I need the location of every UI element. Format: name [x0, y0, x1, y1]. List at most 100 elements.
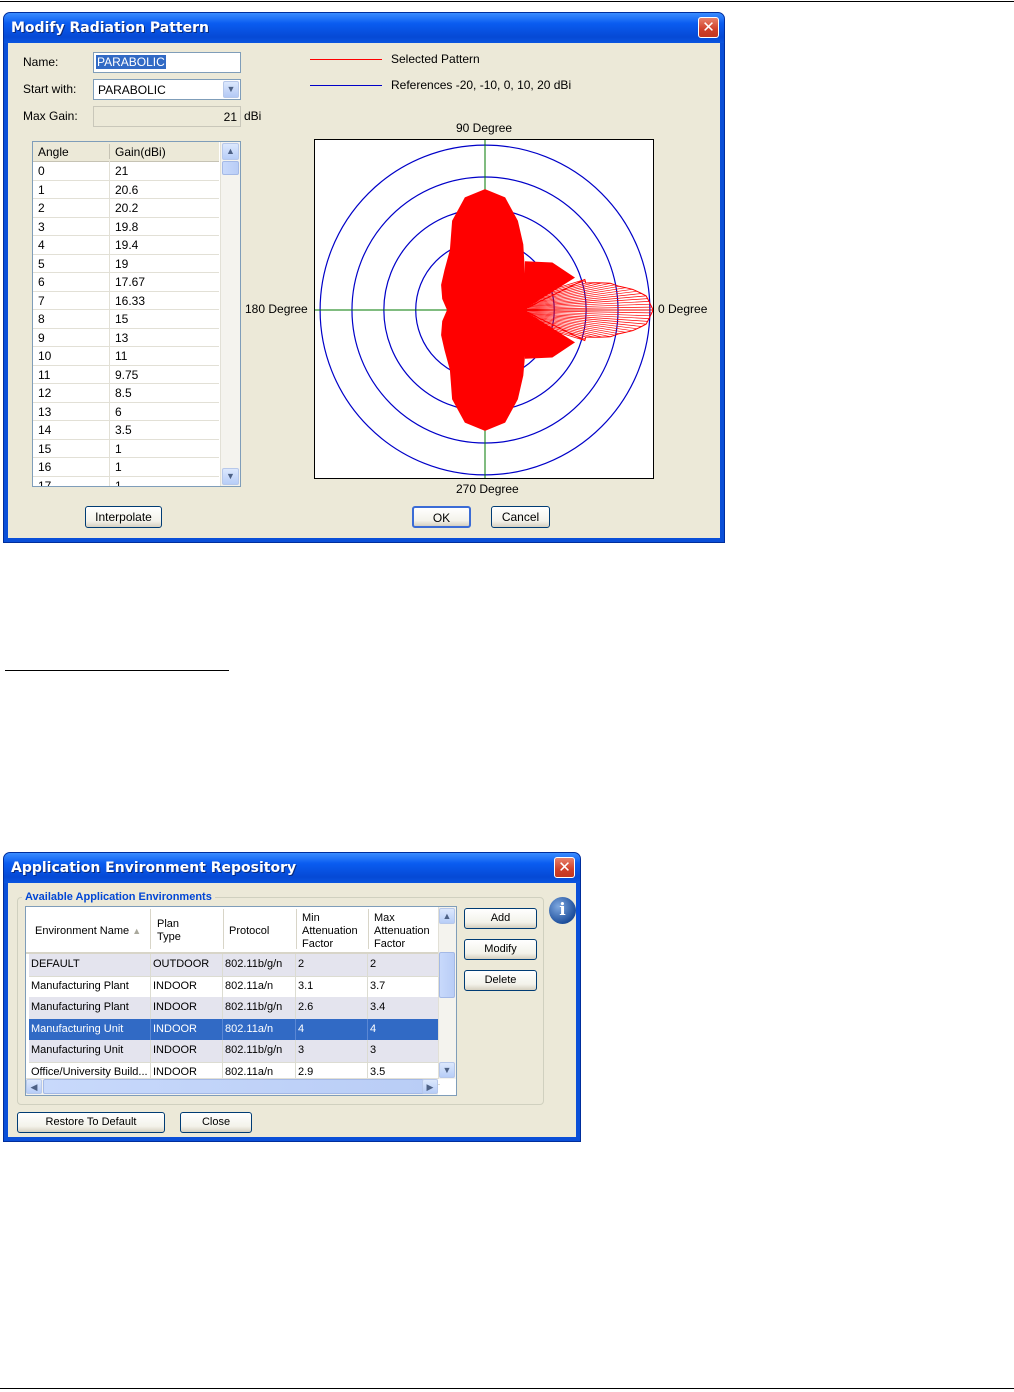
col-protocol[interactable]: Protocol	[229, 925, 269, 938]
cell-min-attenuation[interactable]: 3	[298, 1044, 304, 1056]
table-row[interactable]: 6 17.67	[33, 272, 219, 292]
cell-plan-type[interactable]: INDOOR	[153, 1001, 197, 1013]
cell-gain[interactable]: 20.6	[115, 183, 138, 197]
cell-environment-name[interactable]: Manufacturing Unit	[31, 1023, 123, 1035]
cell-angle[interactable]: 8	[38, 312, 45, 326]
cell-angle[interactable]: 5	[38, 257, 45, 271]
table-horizontal-scrollbar[interactable]: ◀ ▶	[26, 1078, 438, 1095]
name-input[interactable]: PARABOLIC	[93, 52, 241, 73]
info-icon[interactable]: i	[549, 897, 576, 924]
cell-min-attenuation[interactable]: 4	[298, 1023, 304, 1035]
title-bar[interactable]: Modify Radiation Pattern ✕	[4, 13, 724, 43]
table-row[interactable]: 2 20.2	[33, 198, 219, 218]
environments-table[interactable]: Environment Name ▲ Plan Type Protocol Mi…	[25, 906, 457, 1096]
cell-angle[interactable]: 16	[38, 460, 51, 474]
cell-gain[interactable]: 16.33	[115, 294, 145, 308]
close-button[interactable]: Close	[180, 1112, 252, 1133]
table-row[interactable]: 11 9.75	[33, 364, 219, 384]
scroll-up-icon[interactable]: ▲	[439, 908, 455, 924]
cell-gain[interactable]: 19	[115, 257, 128, 271]
cell-protocol[interactable]: 802.11b/g/n	[225, 1044, 282, 1056]
cell-environment-name[interactable]: Manufacturing Plant	[31, 1001, 129, 1013]
table-row[interactable]: 5 19	[33, 253, 219, 273]
cell-gain[interactable]: 20.2	[115, 201, 138, 215]
cell-gain[interactable]: 6	[115, 405, 122, 419]
cell-angle[interactable]: 7	[38, 294, 45, 308]
table-row[interactable]: 3 19.8	[33, 216, 219, 236]
cell-angle[interactable]: 1	[38, 183, 45, 197]
table-row[interactable]: 0 21	[33, 161, 219, 181]
table-row[interactable]: 15 1	[33, 438, 219, 458]
table-row[interactable]: 17 1	[33, 475, 219, 487]
cell-angle[interactable]: 3	[38, 220, 45, 234]
scroll-thumb[interactable]	[439, 952, 455, 998]
scroll-up-icon[interactable]: ▲	[222, 143, 239, 160]
cell-min-attenuation[interactable]: 2.9	[298, 1066, 313, 1078]
table-row[interactable]: 16 1	[33, 457, 219, 477]
add-button[interactable]: Add	[464, 908, 537, 929]
table-row[interactable]: Manufacturing Plant INDOOR 802.11a/n 3.1 3.7	[29, 975, 440, 999]
cell-gain[interactable]: 11	[115, 349, 127, 363]
cell-angle[interactable]: 10	[38, 349, 51, 363]
close-icon[interactable]: ✕	[698, 17, 719, 38]
cell-plan-type[interactable]: INDOOR	[153, 1023, 197, 1035]
angle-gain-table[interactable]: Angle Gain(dBi) 0 21 1 20.6 2 20.2 3 19.8 4 19.4 5…	[32, 141, 241, 487]
table-vertical-scrollbar[interactable]: ▲ ▼	[438, 907, 456, 1079]
cell-environment-name[interactable]: Manufacturing Plant	[31, 980, 129, 992]
table-row[interactable]: 7 16.33	[33, 290, 219, 310]
cell-gain[interactable]: 8.5	[115, 386, 132, 400]
scroll-down-icon[interactable]: ▼	[439, 1062, 455, 1078]
table-row[interactable]: 4 19.4	[33, 235, 219, 255]
cell-gain[interactable]: 1	[115, 442, 122, 456]
cell-angle[interactable]: 13	[38, 405, 51, 419]
scroll-down-icon[interactable]: ▼	[222, 468, 239, 485]
cell-plan-type[interactable]: INDOOR	[153, 1066, 197, 1078]
cell-gain[interactable]: 1	[115, 460, 122, 474]
cell-angle[interactable]: 4	[38, 238, 45, 252]
cell-plan-type[interactable]: INDOOR	[153, 980, 197, 992]
close-icon[interactable]: ✕	[554, 857, 575, 878]
h-scroll-thumb[interactable]	[43, 1079, 425, 1094]
cell-gain[interactable]: 15	[115, 312, 128, 326]
cell-plan-type[interactable]: OUTDOOR	[153, 958, 209, 970]
cell-angle[interactable]: 14	[38, 423, 51, 437]
cell-protocol[interactable]: 802.11a/n	[225, 1066, 273, 1078]
cell-min-attenuation[interactable]: 3.1	[298, 980, 313, 992]
cell-environment-name[interactable]: DEFAULT	[31, 958, 80, 970]
scroll-right-icon[interactable]: ▶	[422, 1079, 438, 1094]
scroll-left-icon[interactable]: ◀	[26, 1079, 42, 1094]
cell-gain[interactable]: 21	[115, 164, 128, 178]
cell-protocol[interactable]: 802.11a/n	[225, 980, 273, 992]
table-vertical-scrollbar[interactable]: ▲ ▼	[220, 142, 240, 486]
cell-angle[interactable]: 6	[38, 275, 45, 289]
table-row[interactable]: 1 20.6	[33, 179, 219, 199]
cell-min-attenuation[interactable]: 2	[298, 958, 304, 970]
table-row[interactable]: 12 8.5	[33, 383, 219, 403]
title-bar[interactable]: Application Environment Repository ✕	[4, 853, 580, 883]
cell-protocol[interactable]: 802.11b/g/n	[225, 958, 282, 970]
table-row[interactable]: 9 13	[33, 327, 219, 347]
table-row[interactable]: 14 3.5	[33, 420, 219, 440]
col-min-attenuation[interactable]: Min Attenuation Factor	[302, 912, 358, 951]
cell-angle[interactable]: 17	[38, 479, 51, 487]
cell-angle[interactable]: 15	[38, 442, 51, 456]
cell-gain[interactable]: 13	[115, 331, 128, 345]
cell-max-attenuation[interactable]: 3.5	[370, 1066, 385, 1078]
start-with-select[interactable]: PARABOLIC ▼	[93, 79, 241, 100]
table-row[interactable]: 8 15	[33, 309, 219, 329]
col-max-attenuation[interactable]: Max Attenuation Factor	[374, 912, 430, 951]
table-row[interactable]: Manufacturing Unit INDOOR 802.11b/g/n 3 3	[29, 1040, 440, 1063]
table-row[interactable]: 13 6	[33, 401, 219, 421]
cell-gain[interactable]: 1	[115, 479, 122, 487]
cell-max-attenuation[interactable]: 3.4	[370, 1001, 385, 1013]
interpolate-button[interactable]: Interpolate	[85, 506, 162, 528]
cell-gain[interactable]: 9.75	[115, 368, 138, 382]
table-row[interactable]: DEFAULT OUTDOOR 802.11b/g/n 2 2	[29, 954, 440, 977]
cell-max-attenuation[interactable]: 4	[370, 1023, 376, 1035]
cell-angle[interactable]: 0	[38, 164, 45, 178]
table-row[interactable]: Manufacturing Unit INDOOR 802.11a/n 4 4	[29, 1018, 440, 1042]
cell-plan-type[interactable]: INDOOR	[153, 1044, 197, 1056]
cell-angle[interactable]: 9	[38, 331, 45, 345]
cell-min-attenuation[interactable]: 2.6	[298, 1001, 313, 1013]
cell-max-attenuation[interactable]: 3.7	[370, 980, 385, 992]
